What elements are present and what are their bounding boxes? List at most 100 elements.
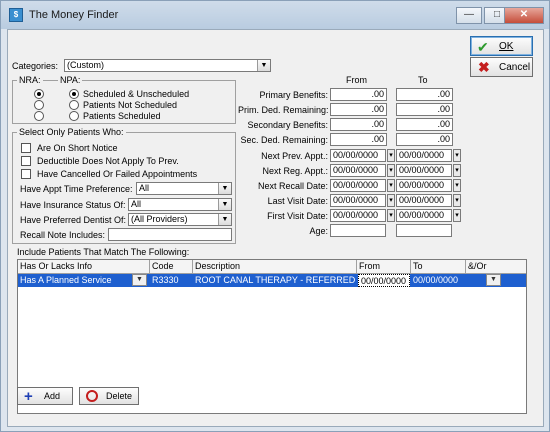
- ok-label: OK: [499, 41, 514, 52]
- next-prev-appt-from[interactable]: 00/00/0000: [330, 149, 386, 162]
- column-header[interactable]: &/Or: [466, 260, 526, 274]
- primary-benefits-from[interactable]: .00: [330, 88, 387, 101]
- close-button[interactable]: ✕: [504, 7, 544, 24]
- column-header[interactable]: Code: [150, 260, 193, 274]
- chevron-down-icon[interactable]: ▼: [218, 199, 231, 210]
- nra-radio-1[interactable]: [34, 89, 44, 99]
- first-visit-date-from[interactable]: 00/00/0000: [330, 209, 386, 222]
- npa-option-label: Patients Not Scheduled: [83, 100, 178, 110]
- preferred-dentist-select[interactable]: (All Providers) ▼: [128, 213, 232, 226]
- column-header[interactable]: From: [357, 260, 411, 274]
- categories-select[interactable]: (Custom) ▼: [64, 59, 271, 72]
- recall-note-label: Recall Note Includes:: [20, 230, 106, 240]
- npa-radio-3[interactable]: [69, 111, 79, 121]
- calendar-dropdown-icon[interactable]: ▾: [387, 194, 395, 207]
- last-visit-date-from[interactable]: 00/00/0000: [330, 194, 386, 207]
- has-or-lacks-cell[interactable]: Has A Planned Service ▼: [18, 274, 150, 287]
- calendar-dropdown-icon[interactable]: ▾: [453, 209, 461, 222]
- has-or-lacks-value: Has A Planned Service: [20, 275, 112, 285]
- ok-button[interactable]: ✔ OK: [470, 36, 533, 56]
- column-header[interactable]: Description: [193, 260, 357, 274]
- short-notice-checkbox[interactable]: [21, 143, 31, 153]
- secondary-benefits-from[interactable]: .00: [330, 118, 387, 131]
- nra-label: NRA:: [17, 75, 43, 85]
- calendar-dropdown-icon[interactable]: ▾: [453, 149, 461, 162]
- npa-option-label: Scheduled & Unscheduled: [83, 89, 190, 99]
- age-label: Age:: [309, 226, 328, 236]
- description-cell[interactable]: ROOT CANAL THERAPY - REFERRED: [193, 274, 357, 287]
- minimize-button[interactable]: —: [456, 7, 482, 24]
- code-cell[interactable]: R3330: [150, 274, 193, 287]
- prim-ded-remaining-to[interactable]: .00: [396, 103, 453, 116]
- next-reg-appt-from[interactable]: 00/00/0000: [330, 164, 386, 177]
- calendar-dropdown-icon[interactable]: ▾: [387, 179, 395, 192]
- column-header[interactable]: To: [411, 260, 466, 274]
- categories-value: (Custom): [67, 60, 105, 70]
- next-prev-appt-to[interactable]: 00/00/0000: [396, 149, 452, 162]
- calendar-dropdown-icon[interactable]: ▾: [387, 209, 395, 222]
- title-bar[interactable]: $ The Money Finder — □ ✕: [1, 1, 549, 29]
- nra-radio-2[interactable]: [34, 100, 44, 110]
- recall-note-input[interactable]: [108, 228, 232, 241]
- chevron-down-icon[interactable]: ▼: [257, 60, 270, 71]
- next-prev-appt-label: Next Prev. Appt.:: [261, 151, 328, 161]
- age-to[interactable]: [396, 224, 452, 237]
- npa-label: NPA:: [58, 75, 83, 85]
- npa-radio-2[interactable]: [69, 100, 79, 110]
- appt-time-select[interactable]: All ▼: [136, 182, 232, 195]
- calendar-dropdown-icon[interactable]: ▾: [387, 164, 395, 177]
- insurance-status-select[interactable]: All ▼: [128, 198, 232, 211]
- preferred-dentist-value: (All Providers): [131, 214, 188, 224]
- checkmark-icon: ✔: [477, 39, 489, 55]
- sec-ded-remaining-from[interactable]: .00: [330, 133, 387, 146]
- next-recall-date-to[interactable]: 00/00/0000: [396, 179, 452, 192]
- chevron-down-icon[interactable]: ▼: [218, 183, 231, 194]
- chevron-down-icon[interactable]: ▼: [132, 274, 147, 286]
- npa-radio-1[interactable]: [69, 89, 79, 99]
- cancelled-failed-checkbox[interactable]: [21, 169, 31, 179]
- select-patients-legend: Select Only Patients Who:: [17, 127, 126, 137]
- column-header[interactable]: Has Or Lacks Info: [18, 260, 150, 274]
- primary-benefits-label: Primary Benefits:: [259, 90, 328, 100]
- and-or-cell[interactable]: ▼: [466, 274, 526, 287]
- age-from[interactable]: [330, 224, 386, 237]
- prim-ded-remaining-label: Prim. Ded. Remaining:: [238, 105, 329, 115]
- appt-time-value: All: [139, 183, 150, 193]
- delete-button[interactable]: Delete: [79, 387, 139, 405]
- secondary-benefits-to[interactable]: .00: [396, 118, 453, 131]
- chevron-down-icon[interactable]: ▼: [486, 274, 501, 286]
- cancelled-failed-label: Have Cancelled Or Failed Appointments: [37, 169, 198, 179]
- insurance-status-label: Have Insurance Status Of:: [20, 200, 126, 210]
- no-entry-icon: [86, 390, 98, 402]
- last-visit-date-label: Last Visit Date:: [267, 196, 328, 206]
- from-date-cell[interactable]: 00/00/0000: [358, 274, 410, 287]
- last-visit-date-to[interactable]: 00/00/0000: [396, 194, 452, 207]
- npa-option-label: Patients Scheduled: [83, 111, 161, 121]
- categories-label: Categories:: [12, 61, 59, 71]
- to-date-cell[interactable]: 00/00/0000: [411, 274, 466, 287]
- table-row[interactable]: Has A Planned Service ▼ R3330 ROOT CANAL…: [18, 274, 526, 287]
- add-button[interactable]: + Add: [17, 387, 73, 405]
- secondary-benefits-label: Secondary Benefits:: [247, 120, 328, 130]
- calendar-dropdown-icon[interactable]: ▾: [453, 164, 461, 177]
- short-notice-label: Are On Short Notice: [37, 143, 118, 153]
- next-recall-date-from[interactable]: 00/00/0000: [330, 179, 386, 192]
- deductible-label: Deductible Does Not Apply To Prev.: [37, 156, 179, 166]
- money-finder-window: $ The Money Finder — □ ✕ ✔ OK ✖ Cancel C…: [0, 0, 550, 432]
- sec-ded-remaining-to[interactable]: .00: [396, 133, 453, 146]
- calendar-dropdown-icon[interactable]: ▾: [453, 194, 461, 207]
- next-reg-appt-to[interactable]: 00/00/0000: [396, 164, 452, 177]
- prim-ded-remaining-from[interactable]: .00: [330, 103, 387, 116]
- first-visit-date-label: First Visit Date:: [267, 211, 328, 221]
- calendar-dropdown-icon[interactable]: ▾: [453, 179, 461, 192]
- preferred-dentist-label: Have Preferred Dentist Of:: [20, 215, 127, 225]
- cancel-button[interactable]: ✖ Cancel: [470, 57, 533, 77]
- deductible-checkbox[interactable]: [21, 156, 31, 166]
- chevron-down-icon[interactable]: ▼: [218, 214, 231, 225]
- dialog-body: ✔ OK ✖ Cancel Categories: (Custom) ▼ NRA…: [7, 29, 544, 427]
- calendar-dropdown-icon[interactable]: ▾: [387, 149, 395, 162]
- include-patients-label: Include Patients That Match The Followin…: [17, 247, 190, 257]
- nra-radio-3[interactable]: [34, 111, 44, 121]
- primary-benefits-to[interactable]: .00: [396, 88, 453, 101]
- first-visit-date-to[interactable]: 00/00/0000: [396, 209, 452, 222]
